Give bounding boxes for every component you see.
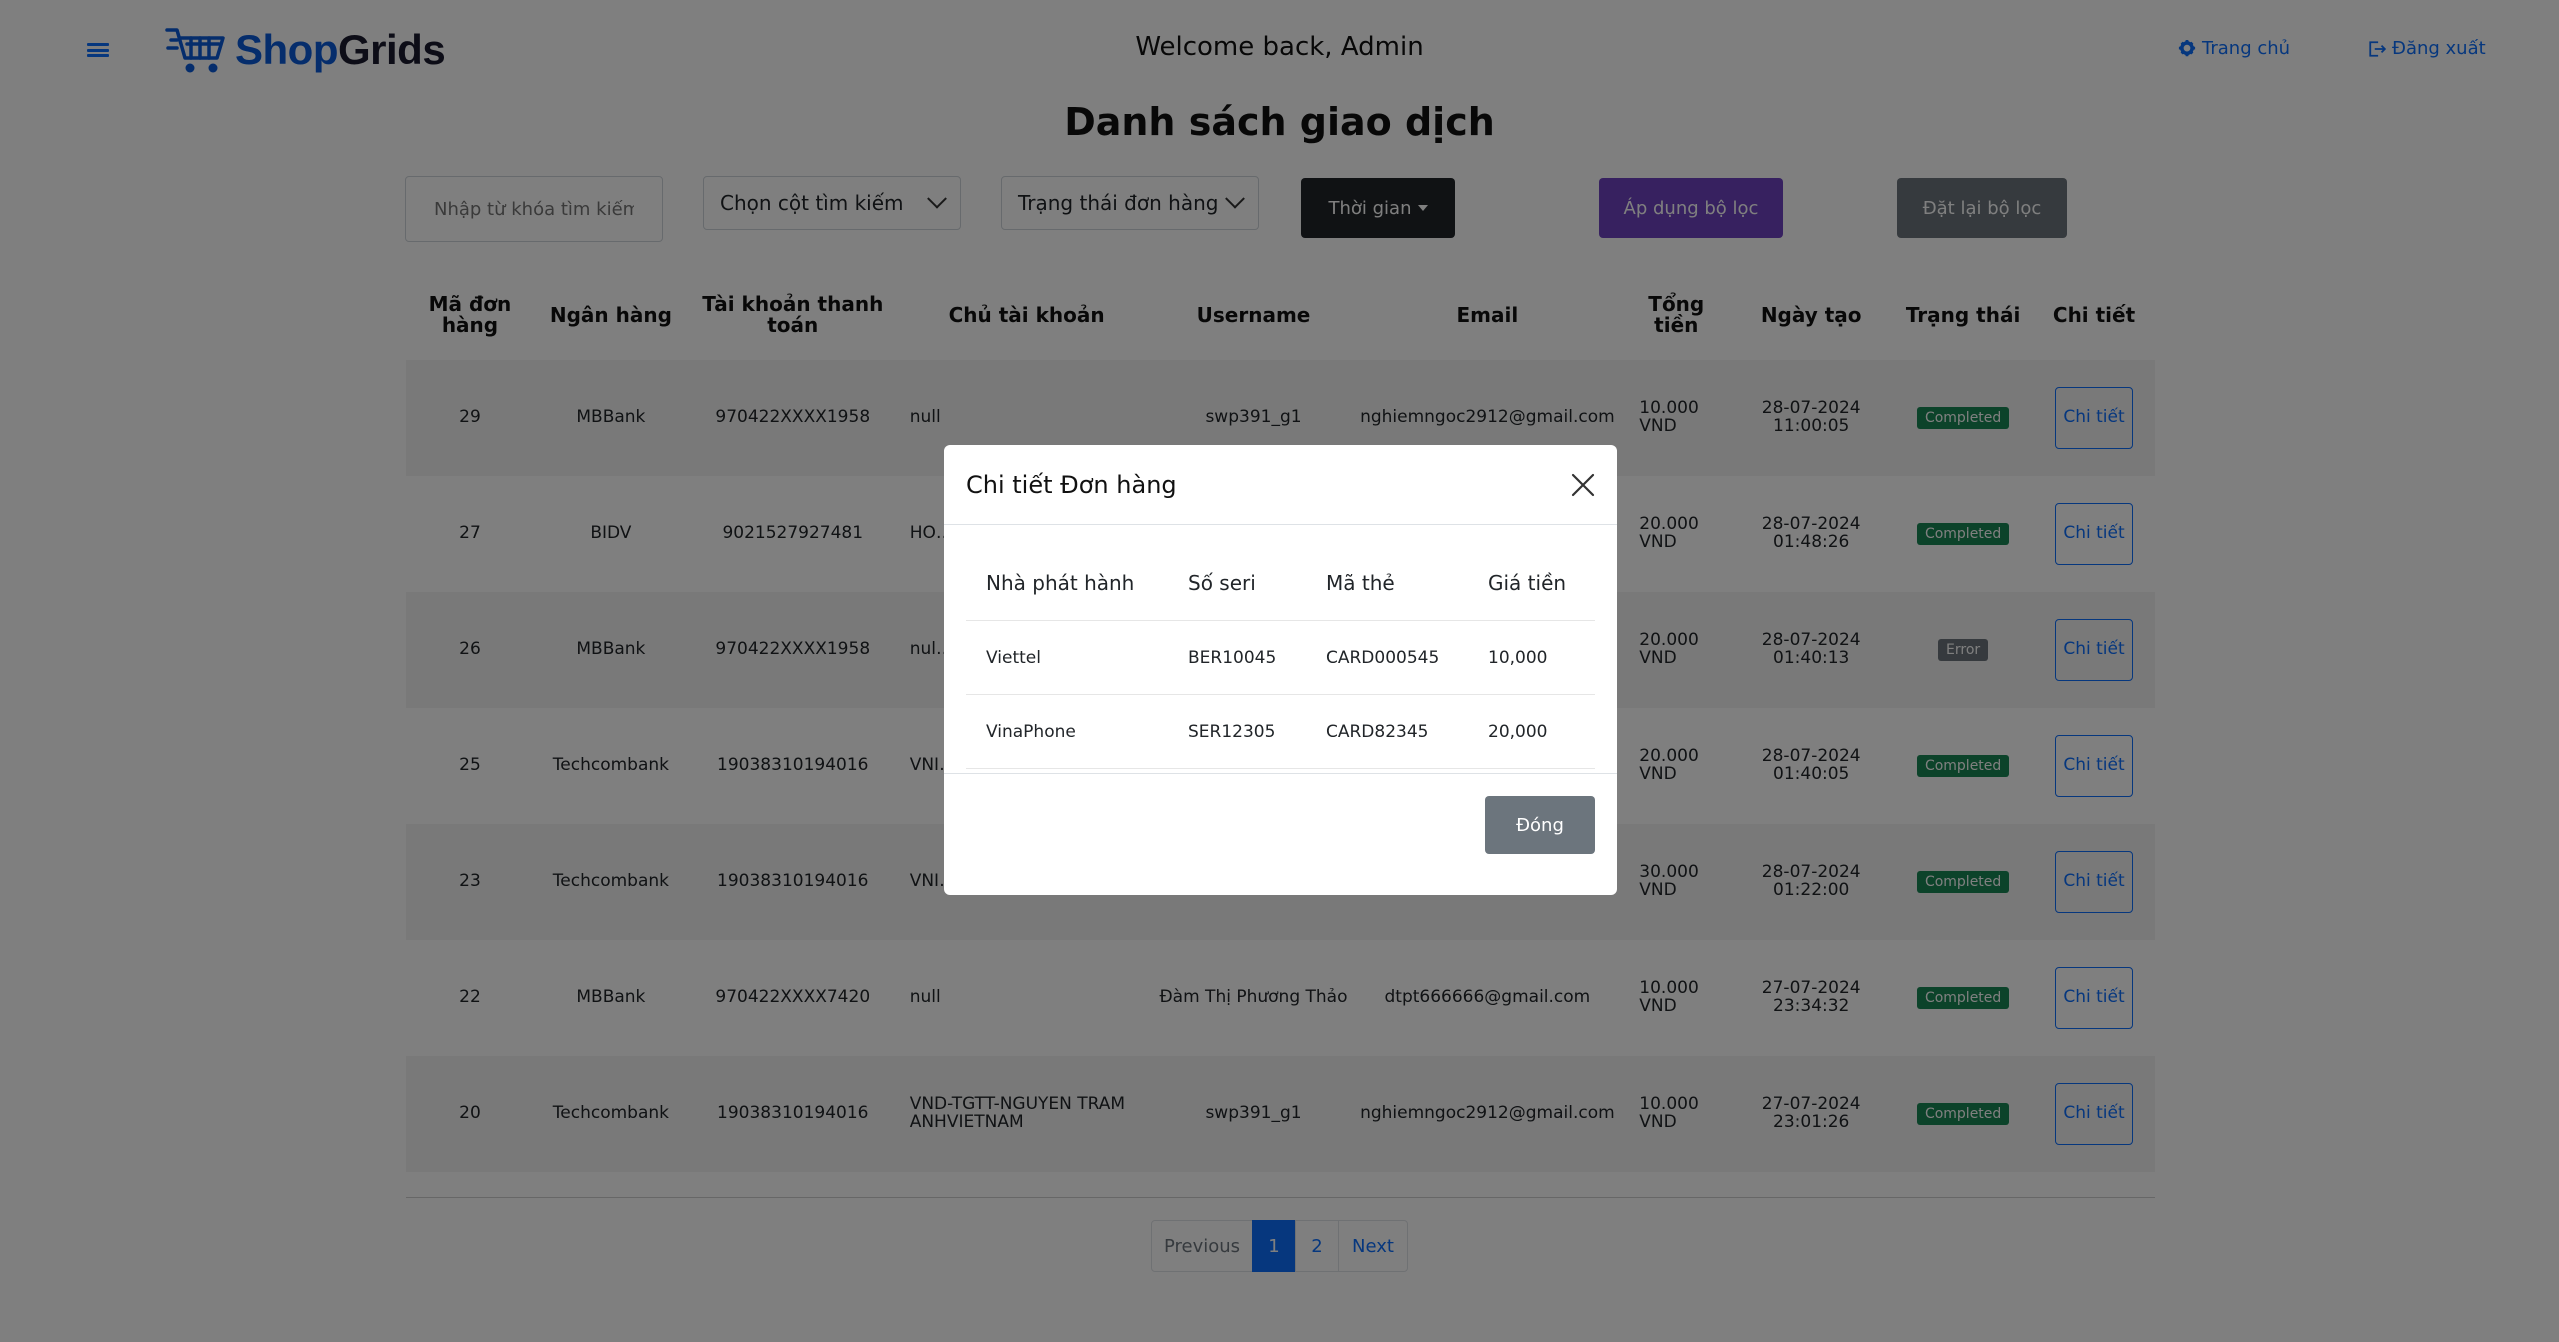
header-serial: Số seri xyxy=(1188,570,1256,595)
card-serial: BER10045 xyxy=(1188,647,1277,668)
modal-title: Chi tiết Đơn hàng xyxy=(966,470,1177,499)
modal-header: Chi tiết Đơn hàng xyxy=(944,445,1617,525)
card-serial: SER12305 xyxy=(1188,721,1276,742)
close-icon[interactable] xyxy=(1569,471,1597,499)
card-publisher: VinaPhone xyxy=(986,721,1076,742)
card-table-header: Nhà phát hành Số seri Mã thẻ Giá tiền xyxy=(966,545,1595,621)
header-price: Giá tiền xyxy=(1488,570,1567,595)
modal-body: Nhà phát hành Số seri Mã thẻ Giá tiền Vi… xyxy=(944,525,1617,773)
close-modal-button[interactable]: Đóng xyxy=(1485,796,1595,854)
card-price: 20,000 xyxy=(1488,721,1548,742)
card-row: Viettel BER10045 CARD000545 10,000 xyxy=(966,621,1595,695)
card-detail-table: Nhà phát hành Số seri Mã thẻ Giá tiền Vi… xyxy=(966,545,1595,769)
card-row: VinaPhone SER12305 CARD82345 20,000 xyxy=(966,695,1595,769)
card-price: 10,000 xyxy=(1488,647,1548,668)
card-publisher: Viettel xyxy=(986,647,1041,668)
card-code: CARD000545 xyxy=(1326,647,1440,668)
order-detail-modal: Chi tiết Đơn hàng Nhà phát hành Số seri … xyxy=(944,445,1617,895)
header-publisher: Nhà phát hành xyxy=(986,570,1135,595)
modal-footer: Đóng xyxy=(944,773,1617,895)
header-card-code: Mã thẻ xyxy=(1326,570,1395,595)
card-code: CARD82345 xyxy=(1326,721,1429,742)
